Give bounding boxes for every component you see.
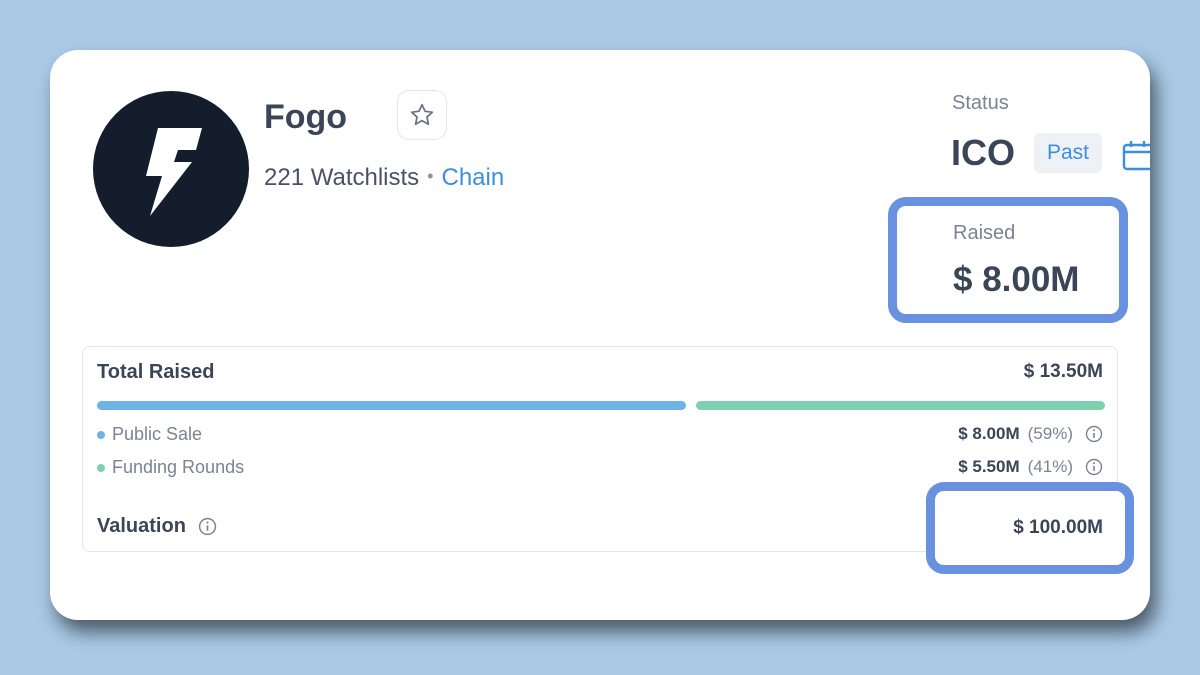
watchlist-count: 221 Watchlists [264, 164, 420, 191]
funding-distribution-bar [97, 401, 1105, 410]
public-sale-amount: $ 8.00M [958, 424, 1020, 443]
funding-rounds-percent: (41%) [1027, 457, 1073, 476]
public-sale-bullet [97, 430, 105, 439]
calendar-icon[interactable] [1121, 138, 1150, 177]
funding-row-public-sale: Public Sale $ 8.00M (59%) [97, 424, 1103, 448]
project-meta: 221 Watchlists • Chain [264, 164, 504, 192]
status-badge: Past [1034, 133, 1102, 173]
category-link-chain[interactable]: Chain [441, 164, 504, 191]
public-sale-label: Public Sale [112, 424, 203, 444]
funding-bar-segment-public-sale [97, 401, 686, 410]
total-raised-label: Total Raised [97, 361, 215, 383]
info-icon[interactable] [1085, 425, 1103, 443]
raised-label: Raised [953, 222, 1016, 244]
funding-rounds-bullet [97, 463, 105, 472]
funding-rounds-amount: $ 5.50M [958, 457, 1020, 476]
info-icon[interactable] [198, 517, 217, 536]
info-icon[interactable] [1085, 458, 1103, 476]
public-sale-percent: (59%) [1027, 424, 1073, 443]
funding-bar-segment-funding-rounds [695, 401, 1105, 410]
status-value: ICO [951, 132, 1016, 173]
project-name: Fogo [264, 98, 348, 136]
project-card: Fogo 221 Watchlists • Chain Status ICO Pas… [50, 50, 1150, 620]
funding-row-funding-rounds: Funding Rounds $ 5.50M (41%) [97, 457, 1103, 481]
total-raised-value: $ 13.50M [1023, 361, 1103, 382]
status-label: Status [952, 92, 1009, 114]
raised-value: $ 8.00M [953, 260, 1080, 299]
watchlist-star-button[interactable] [397, 90, 447, 140]
raised-highlight-box: Raised $ 8.00M [888, 197, 1128, 323]
separator-dot: • [427, 166, 434, 186]
star-icon [410, 103, 434, 126]
valuation-label: Valuation [97, 515, 186, 537]
lightning-bolt-icon [146, 128, 202, 216]
valuation-value: $ 100.00M [1013, 517, 1103, 538]
valuation-label-group: Valuation [97, 515, 217, 538]
project-logo [93, 91, 249, 247]
valuation-highlight-box: $ 100.00M [926, 482, 1134, 574]
funding-rounds-label: Funding Rounds [112, 457, 245, 477]
